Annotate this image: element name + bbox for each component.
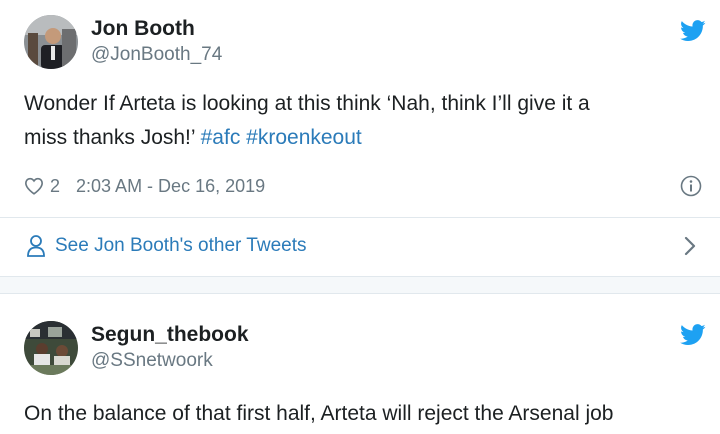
tweet-meta: 2 2:03 AM - Dec 16, 2019 — [24, 174, 265, 198]
tweet-text-segment: miss thanks Josh!’ — [24, 126, 201, 149]
tweet-text-line: Wonder If Arteta is looking at this thin… — [24, 92, 590, 115]
heart-icon[interactable] — [24, 177, 44, 195]
info-icon[interactable] — [680, 175, 702, 197]
author-name[interactable]: Jon Booth — [91, 17, 195, 41]
person-icon — [27, 235, 45, 257]
like-count[interactable]: 2 — [50, 176, 60, 197]
twitter-bird-icon[interactable] — [680, 324, 706, 346]
twitter-bird-icon[interactable] — [680, 20, 706, 42]
author-handle[interactable]: @JonBooth_74 — [91, 44, 222, 66]
see-other-tweets-label[interactable]: See Jon Booth's other Tweets — [55, 234, 307, 258]
hashtag-link[interactable]: #afc — [201, 126, 241, 149]
tweet-text: On the balance of that first half, Artet… — [24, 397, 614, 431]
avatar[interactable] — [24, 321, 78, 375]
tweet-text: Wonder If Arteta is looking at this thin… — [24, 87, 590, 155]
timestamp[interactable]: 2:03 AM - Dec 16, 2019 — [76, 176, 265, 197]
tweet-separator — [0, 276, 720, 294]
tweet-card: Segun_thebook @SSnetwoork On the balance… — [0, 294, 720, 434]
chevron-right-icon[interactable] — [683, 235, 697, 257]
author-name[interactable]: Segun_thebook — [91, 323, 249, 347]
author-handle[interactable]: @SSnetwoork — [91, 350, 213, 372]
avatar[interactable] — [24, 15, 78, 69]
tweet-card: Jon Booth @JonBooth_74 Wonder If Arteta … — [0, 0, 720, 276]
hashtag-link[interactable]: #kroenkeout — [246, 126, 362, 149]
tweet-text-line: On the balance of that first half, Artet… — [24, 402, 614, 425]
tweet-text-line: miss thanks Josh!’ #afc #kroenkeout — [24, 121, 590, 155]
see-other-tweets-link[interactable]: See Jon Booth's other Tweets — [0, 218, 720, 275]
